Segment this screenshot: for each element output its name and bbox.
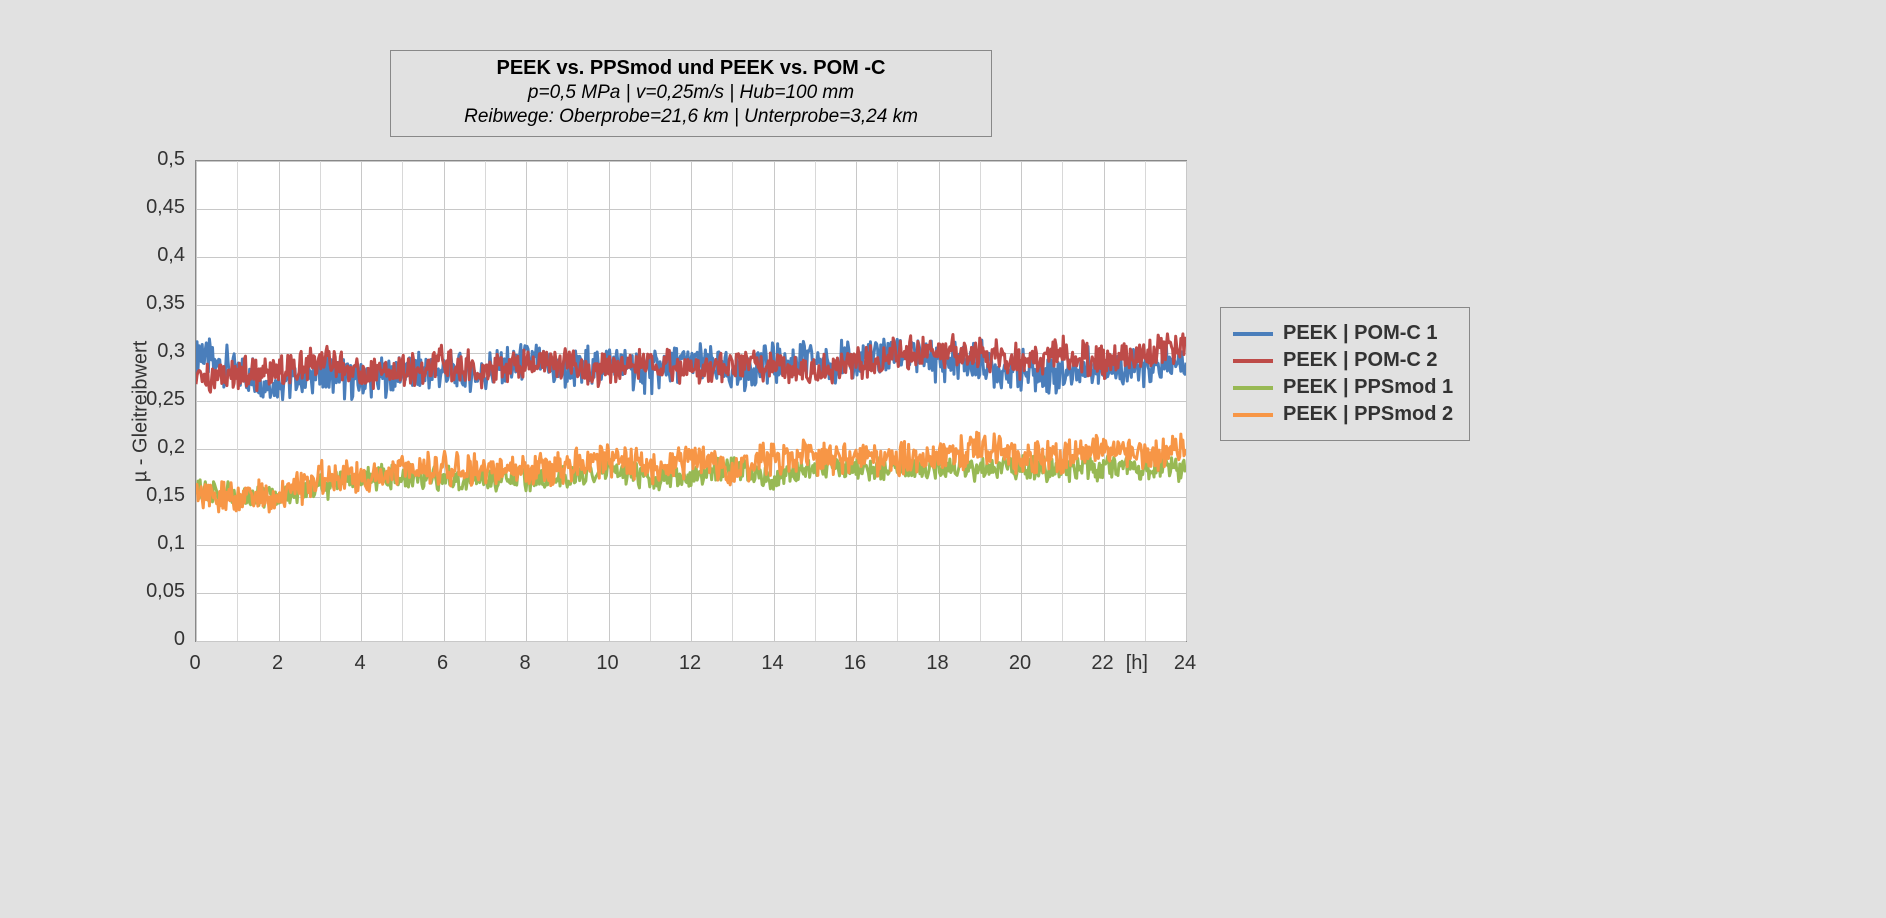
y-tick-label: 0,1 [125, 532, 185, 555]
x-tick-label: 14 [753, 652, 793, 675]
legend-label: PEEK | POM-C 1 [1283, 322, 1438, 345]
legend-swatch [1233, 332, 1273, 336]
x-tick-label: 10 [588, 652, 628, 675]
y-tick-label: 0 [125, 628, 185, 651]
legend-item: PEEK | PPSmod 1 [1233, 376, 1453, 399]
x-tick-label: 18 [918, 652, 958, 675]
y-tick-label: 0,05 [125, 580, 185, 603]
grid-line-horizontal [196, 641, 1186, 642]
legend-item: PEEK | PPSmod 2 [1233, 403, 1453, 426]
chart-lines [196, 161, 1186, 641]
chart-title-box: PEEK vs. PPSmod und PEEK vs. POM -C p=0,… [390, 50, 992, 137]
x-tick-label: 2 [258, 652, 298, 675]
y-tick-label: 0,15 [125, 484, 185, 507]
legend-label: PEEK | PPSmod 1 [1283, 376, 1453, 399]
legend-label: PEEK | POM-C 2 [1283, 349, 1438, 372]
grid-line-vertical [1186, 161, 1187, 641]
chart-title: PEEK vs. PPSmod und PEEK vs. POM -C [401, 57, 981, 80]
y-tick-label: 0,35 [125, 292, 185, 315]
chart-container: PEEK vs. PPSmod und PEEK vs. POM -C p=0,… [0, 0, 1886, 918]
plot-area [195, 160, 1187, 642]
x-tick-label: 4 [340, 652, 380, 675]
x-tick-label: 8 [505, 652, 545, 675]
y-tick-label: 0,4 [125, 244, 185, 267]
y-tick-label: 0,45 [125, 196, 185, 219]
legend-item: PEEK | POM-C 1 [1233, 322, 1453, 345]
x-axis-unit: [h] [1126, 652, 1148, 675]
legend-label: PEEK | PPSmod 2 [1283, 403, 1453, 426]
y-tick-label: 0,3 [125, 340, 185, 363]
x-tick-label: 12 [670, 652, 710, 675]
y-tick-label: 0,2 [125, 436, 185, 459]
x-tick-label: 0 [175, 652, 215, 675]
x-tick-label: 22 [1083, 652, 1123, 675]
y-tick-label: 0,5 [125, 148, 185, 171]
legend-item: PEEK | POM-C 2 [1233, 349, 1453, 372]
x-tick-label: 6 [423, 652, 463, 675]
x-tick-label: 20 [1000, 652, 1040, 675]
y-tick-label: 0,25 [125, 388, 185, 411]
chart-subtitle-1: p=0,5 MPa | v=0,25m/s | Hub=100 mm [401, 82, 981, 104]
legend: PEEK | POM-C 1 PEEK | POM-C 2 PEEK | PPSmo… [1220, 307, 1470, 441]
chart-subtitle-2: Reibwege: Oberprobe=21,6 km | Unterprobe… [401, 106, 981, 128]
x-tick-label: 24 [1165, 652, 1205, 675]
legend-swatch [1233, 413, 1273, 417]
legend-swatch [1233, 386, 1273, 390]
legend-swatch [1233, 359, 1273, 363]
x-tick-label: 16 [835, 652, 875, 675]
